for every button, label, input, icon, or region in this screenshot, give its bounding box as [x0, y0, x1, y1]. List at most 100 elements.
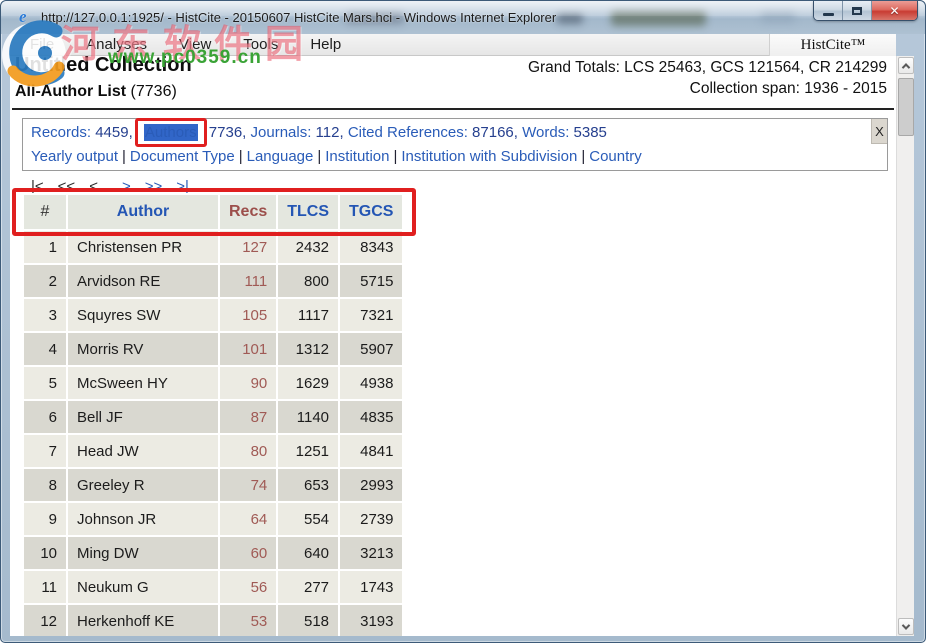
minimize-icon: [823, 13, 834, 16]
red-annotation-selected-link: Authors: [135, 118, 207, 147]
recs-cell: 64: [220, 503, 276, 535]
tlcs-cell: 2432: [278, 231, 338, 263]
rank-cell: 2: [24, 265, 66, 297]
minimize-button[interactable]: [814, 1, 843, 20]
grand-totals-line: Grand Totals: LCS 25463, GCS 121564, CR …: [528, 57, 887, 78]
recs-cell: 111: [220, 265, 276, 297]
scroll-up-button[interactable]: [898, 57, 914, 74]
rank-cell: 3: [24, 299, 66, 331]
view-link-language[interactable]: Language: [247, 148, 314, 165]
author-list-table: #AuthorRecsTLCSTGCS 1Christensen PR12724…: [22, 193, 404, 636]
table-header-row: #AuthorRecsTLCSTGCS: [24, 195, 402, 229]
column-header-rank: #: [24, 195, 66, 229]
tgcs-cell: 4841: [340, 435, 402, 467]
tlcs-cell: 277: [278, 571, 338, 603]
author-cell: Ming DW: [68, 537, 218, 569]
recs-cell: 101: [220, 333, 276, 365]
author-cell: McSween HY: [68, 367, 218, 399]
views-separator: |: [235, 148, 247, 165]
author-cell: Bell JF: [68, 401, 218, 433]
tlcs-cell: 518: [278, 605, 338, 636]
tlcs-cell: 1312: [278, 333, 338, 365]
recs-cell: 53: [220, 605, 276, 636]
watermark-site-url: www.pc0359.cn: [108, 47, 262, 69]
tlcs-cell: 640: [278, 537, 338, 569]
views-separator: |: [118, 148, 130, 165]
collection-span-line: Collection span: 1936 - 2015: [528, 78, 887, 99]
author-cell: Neukum G: [68, 571, 218, 603]
table-row: 6Bell JF8711404835: [24, 401, 402, 433]
views-separator: |: [389, 148, 401, 165]
rank-cell: 12: [24, 605, 66, 636]
column-header-author[interactable]: Author: [68, 195, 218, 229]
stats-views-line: Yearly output|Document Type|Language|Ins…: [31, 146, 879, 168]
view-link-institution-with-subdivision[interactable]: Institution with Subdivision: [401, 148, 577, 165]
rank-cell: 6: [24, 401, 66, 433]
tlcs-cell: 1117: [278, 299, 338, 331]
author-cell: Head JW: [68, 435, 218, 467]
views-separator: |: [313, 148, 325, 165]
column-header-tlcs[interactable]: TLCS: [278, 195, 338, 229]
author-cell: Greeley R: [68, 469, 218, 501]
window-controls: ✕: [813, 1, 918, 21]
table-row: 5McSween HY9016294938: [24, 367, 402, 399]
tgcs-cell: 3193: [340, 605, 402, 636]
author-cell: Johnson JR: [68, 503, 218, 535]
table-row: 8Greeley R746532993: [24, 469, 402, 501]
vertical-scrollbar[interactable]: [896, 56, 914, 636]
stats-link-records[interactable]: Records:: [31, 124, 91, 141]
view-link-institution[interactable]: Institution: [325, 148, 389, 165]
stats-link-authors[interactable]: Authors: [144, 124, 198, 141]
tgcs-cell: 5907: [340, 333, 402, 365]
stats-link-words[interactable]: Words:: [522, 124, 569, 141]
stats-close-button[interactable]: X: [871, 119, 887, 144]
stats-counts-line: Records: 4459, Authors 7736, Journals: 1…: [31, 122, 879, 144]
stats-link-cited-references[interactable]: Cited References:: [348, 124, 468, 141]
page-content: Untitled Collection All-Author List (773…: [10, 56, 896, 636]
stats-link-journals[interactable]: Journals:: [251, 124, 312, 141]
scrollbar-thumb[interactable]: [898, 78, 914, 136]
rank-cell: 10: [24, 537, 66, 569]
tlcs-cell: 653: [278, 469, 338, 501]
recs-cell: 105: [220, 299, 276, 331]
table-row: 9Johnson JR645542739: [24, 503, 402, 535]
chevron-up-icon: [902, 63, 910, 71]
author-cell: Christensen PR: [68, 231, 218, 263]
browser-window: e http://127.0.0.1:1925/ - HistCite - 20…: [0, 0, 926, 643]
view-link-yearly-output[interactable]: Yearly output: [31, 148, 118, 165]
rank-cell: 1: [24, 231, 66, 263]
histcite-brand: HistCite™: [769, 34, 896, 56]
maximize-button[interactable]: [843, 1, 872, 20]
table-row: 11Neukum G562771743: [24, 571, 402, 603]
list-count: (7736): [131, 83, 177, 100]
recs-cell: 80: [220, 435, 276, 467]
recs-cell: 74: [220, 469, 276, 501]
tlcs-cell: 1140: [278, 401, 338, 433]
view-link-document-type[interactable]: Document Type: [130, 148, 235, 165]
maximize-icon: [852, 7, 862, 15]
stats-panel: Records: 4459, Authors 7736, Journals: 1…: [22, 118, 888, 171]
rank-cell: 9: [24, 503, 66, 535]
tgcs-cell: 2993: [340, 469, 402, 501]
column-header-tgcs[interactable]: TGCS: [340, 195, 402, 229]
tlcs-cell: 800: [278, 265, 338, 297]
table-row: 7Head JW8012514841: [24, 435, 402, 467]
tgcs-cell: 4938: [340, 367, 402, 399]
grand-totals: Grand Totals: LCS 25463, GCS 121564, CR …: [528, 57, 887, 99]
recs-cell: 87: [220, 401, 276, 433]
close-button[interactable]: ✕: [872, 1, 917, 20]
rank-cell: 4: [24, 333, 66, 365]
table-row: 10Ming DW606403213: [24, 537, 402, 569]
view-link-country[interactable]: Country: [589, 148, 642, 165]
tgcs-cell: 1743: [340, 571, 402, 603]
rank-cell: 5: [24, 367, 66, 399]
table-row: 12Herkenhoff KE535183193: [24, 605, 402, 636]
recs-cell: 56: [220, 571, 276, 603]
recs-cell: 127: [220, 231, 276, 263]
column-header-recs[interactable]: Recs: [220, 195, 276, 229]
scroll-down-button[interactable]: [898, 618, 914, 635]
author-cell: Morris RV: [68, 333, 218, 365]
header-separator: [12, 108, 894, 110]
views-separator: |: [577, 148, 589, 165]
close-icon: ✕: [889, 5, 899, 17]
